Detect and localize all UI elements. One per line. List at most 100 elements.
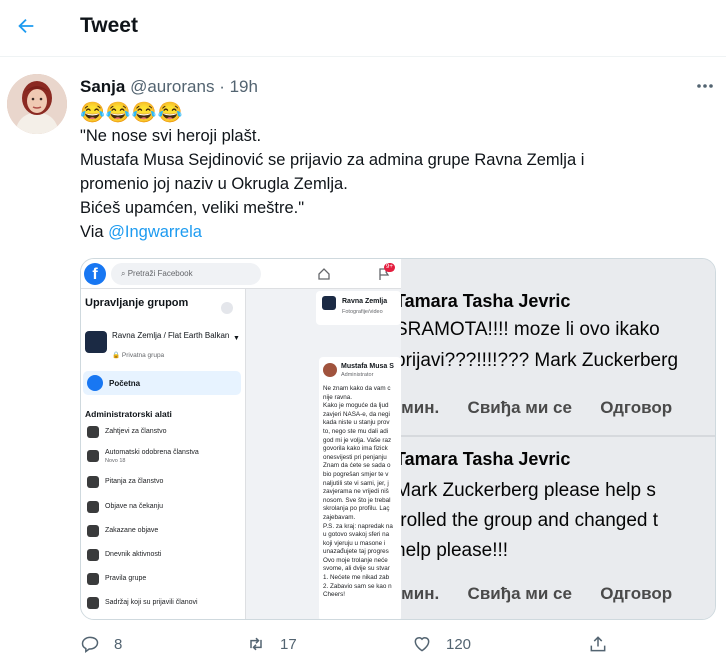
- comment-line: Mark Zuckerberg please help s: [401, 480, 656, 501]
- comment-like: Свиђа ми се: [467, 398, 572, 417]
- page-title: Tweet: [80, 14, 138, 37]
- fb-post-line: nije ravna.: [323, 393, 353, 401]
- fb-post-line: zajebavam.: [323, 513, 356, 521]
- fb-tool-label: Zahtjevi za članstvo: [105, 428, 167, 435]
- via-label: Via: [80, 223, 104, 241]
- tweet-media-image[interactable]: f ⌕ Pretraži Facebook 9+ Upravljanje gru…: [80, 258, 716, 620]
- fb-tool-sub: Novo 18: [105, 458, 126, 464]
- fb-post-avatar: [323, 363, 337, 377]
- share-icon: [590, 636, 606, 652]
- fb-home-item-icon: [87, 375, 103, 391]
- fb-home-label: Početna: [109, 379, 141, 388]
- fb-tool-label: Zakazane objave: [105, 527, 159, 534]
- fb-post-body: Ne znam kako da vam c nije ravna. Kako j…: [323, 385, 401, 600]
- fb-tool-label: Dnevnik aktivnosti: [105, 551, 162, 558]
- fb-tool-icon: [87, 549, 99, 561]
- fb-group-name: Ravna Zemlja / Flat Earth Balkan: [112, 331, 230, 340]
- tweet-text-line: Bićeš upamćen, veliki meštre.": [80, 199, 305, 217]
- facebook-logo-icon: f: [84, 263, 106, 285]
- author-handle[interactable]: @aurorans: [130, 77, 214, 96]
- back-button[interactable]: [8, 8, 44, 44]
- fb-tool-item: Sadržaj koji su prijavili članovi: [85, 594, 245, 614]
- tweet-text: "Ne nose svi heroji plašt. Mustafa Musa …: [80, 124, 720, 244]
- fb-post-line: skrolanja po profilu. Laç: [323, 505, 390, 513]
- fb-home-item: Početna: [83, 371, 241, 395]
- like-button[interactable]: 120: [412, 628, 471, 660]
- tweet-text-line: "Ne nose svi heroji plašt.: [80, 127, 262, 145]
- fb-post-line: Ovo moje trolanje neće: [323, 556, 388, 564]
- fb-tool-label: Pitanja za članstvo: [105, 478, 164, 485]
- comment-line: help please!!!: [401, 540, 509, 561]
- fb-tool-item: Objave na čekanju: [85, 498, 245, 518]
- heart-icon: [414, 637, 430, 652]
- comment-author: Tamara Tasha Jevric: [401, 449, 571, 469]
- fb-tool-label: Automatski odobrena članstva: [105, 449, 199, 456]
- author-avatar[interactable]: [7, 74, 67, 134]
- fb-post-line: nosom. Sve što je trebal: [323, 496, 391, 504]
- author-name[interactable]: Sanja: [80, 77, 125, 96]
- fb-tool-icon: [87, 597, 99, 609]
- reply-count: 8: [114, 635, 123, 653]
- retweet-button[interactable]: 17: [246, 628, 297, 660]
- comment-divider: [401, 435, 715, 437]
- retweet-count: 17: [280, 635, 297, 653]
- fb-tool-label: Objave na čekanju: [105, 503, 163, 510]
- comment-like: Свиђа ми се: [467, 584, 572, 603]
- fb-post-line: zavjeri NASA-e, da negi: [323, 410, 390, 418]
- fb-tool-icon: [87, 525, 99, 537]
- top-bar: Tweet: [0, 0, 726, 57]
- fb-home-icon: [318, 268, 330, 280]
- fb-post-line: to, nego ste mu dali adi: [323, 427, 389, 435]
- fb-post-line: P.S. za kraj: napredak na: [323, 522, 393, 530]
- fb-post-line: 2. Zabavio sam se kao n: [323, 582, 392, 590]
- retweet-icon: [250, 637, 262, 651]
- more-dots-icon: [697, 84, 713, 88]
- fb-tool-item: Zahtjevi za članstvo: [85, 423, 245, 443]
- fb-post-line: bio pogrešan smjer te v: [323, 470, 389, 478]
- fb-tool-item: Automatski odobrena članstva Novo 18: [85, 447, 245, 467]
- comments-screenshot: Tamara Tasha Jevric SRAMOTA!!!! moze li …: [401, 259, 715, 619]
- tweet-time[interactable]: 19h: [230, 77, 258, 96]
- fb-tool-icon: [87, 450, 99, 462]
- fb-group-card: Ravna Zemlja Fotografije/video: [316, 291, 401, 325]
- fb-post-line: onesvijesti pri penjanju: [323, 453, 387, 461]
- comment-actions: 1 мин. Свиђа ми се Одговор: [401, 398, 672, 418]
- tweet-actions-bar: 8 17 120: [80, 628, 720, 660]
- fb-post: Mustafa Musa S Administrator Ne znam kak…: [319, 357, 401, 619]
- fb-tool-icon: [87, 573, 99, 585]
- fb-search-placeholder: Pretraži Facebook: [127, 269, 193, 278]
- fb-post-line: kada niste u stanju prov: [323, 419, 390, 427]
- fb-group-thumbnail: [85, 331, 107, 353]
- tweet-text-line: Mustafa Musa Sejdinović se prijavio za a…: [80, 151, 585, 169]
- fb-tool-item: Zakazane objave: [85, 522, 245, 542]
- fb-group-privacy: 🔒 Privatna grupa: [112, 352, 165, 359]
- tweet-via-line: Via @Ingwarrela: [80, 220, 720, 244]
- fb-post-line: Cheers!: [323, 591, 346, 599]
- comment-reply: Одговор: [600, 584, 673, 603]
- fb-group-header: Ravna Zemlja / Flat Earth Balkan 🔒 Priva…: [85, 331, 241, 361]
- tweet-text-line: promenio joj naziv u Okrugla Zemlja.: [80, 175, 348, 193]
- fb-post-line: Znam da ćete se sada o: [323, 462, 391, 470]
- share-button[interactable]: [588, 628, 622, 660]
- fb-tool-icon: [87, 501, 99, 513]
- tweet-header: Sanja @aurorans · 19h: [80, 77, 258, 97]
- fb-post-line: Kako je moguće da ljud: [323, 402, 389, 410]
- fb-tool-icon: [87, 426, 99, 438]
- fb-top-bar: f ⌕ Pretraži Facebook 9+: [81, 259, 401, 289]
- comment-reply: Одговор: [600, 398, 673, 417]
- facebook-screenshot: f ⌕ Pretraži Facebook 9+ Upravljanje gru…: [81, 259, 401, 619]
- via-mention-link[interactable]: @Ingwarrela: [108, 223, 202, 241]
- fb-search-input: ⌕ Pretraži Facebook: [111, 263, 261, 285]
- reply-button[interactable]: 8: [80, 628, 122, 660]
- fb-tool-label: Pravila grupe: [105, 575, 147, 582]
- fb-post-author: Mustafa Musa S: [341, 363, 394, 370]
- tweet-emojis: 😂😂😂😂: [80, 102, 184, 124]
- more-options-button[interactable]: [690, 74, 720, 98]
- fb-post-line: zavjerama ne vrijedi niš: [323, 488, 389, 496]
- fb-post-line: u gotovo svakoj sferi na: [323, 531, 390, 539]
- comment-time: 1 мин.: [401, 398, 440, 417]
- fb-post-line: govorila kako ima fizick: [323, 445, 388, 453]
- fb-post-line: unazađujete taj progres: [323, 548, 389, 556]
- avatar-photo: [7, 74, 67, 134]
- comment-line: trolled the group and changed t: [401, 510, 659, 531]
